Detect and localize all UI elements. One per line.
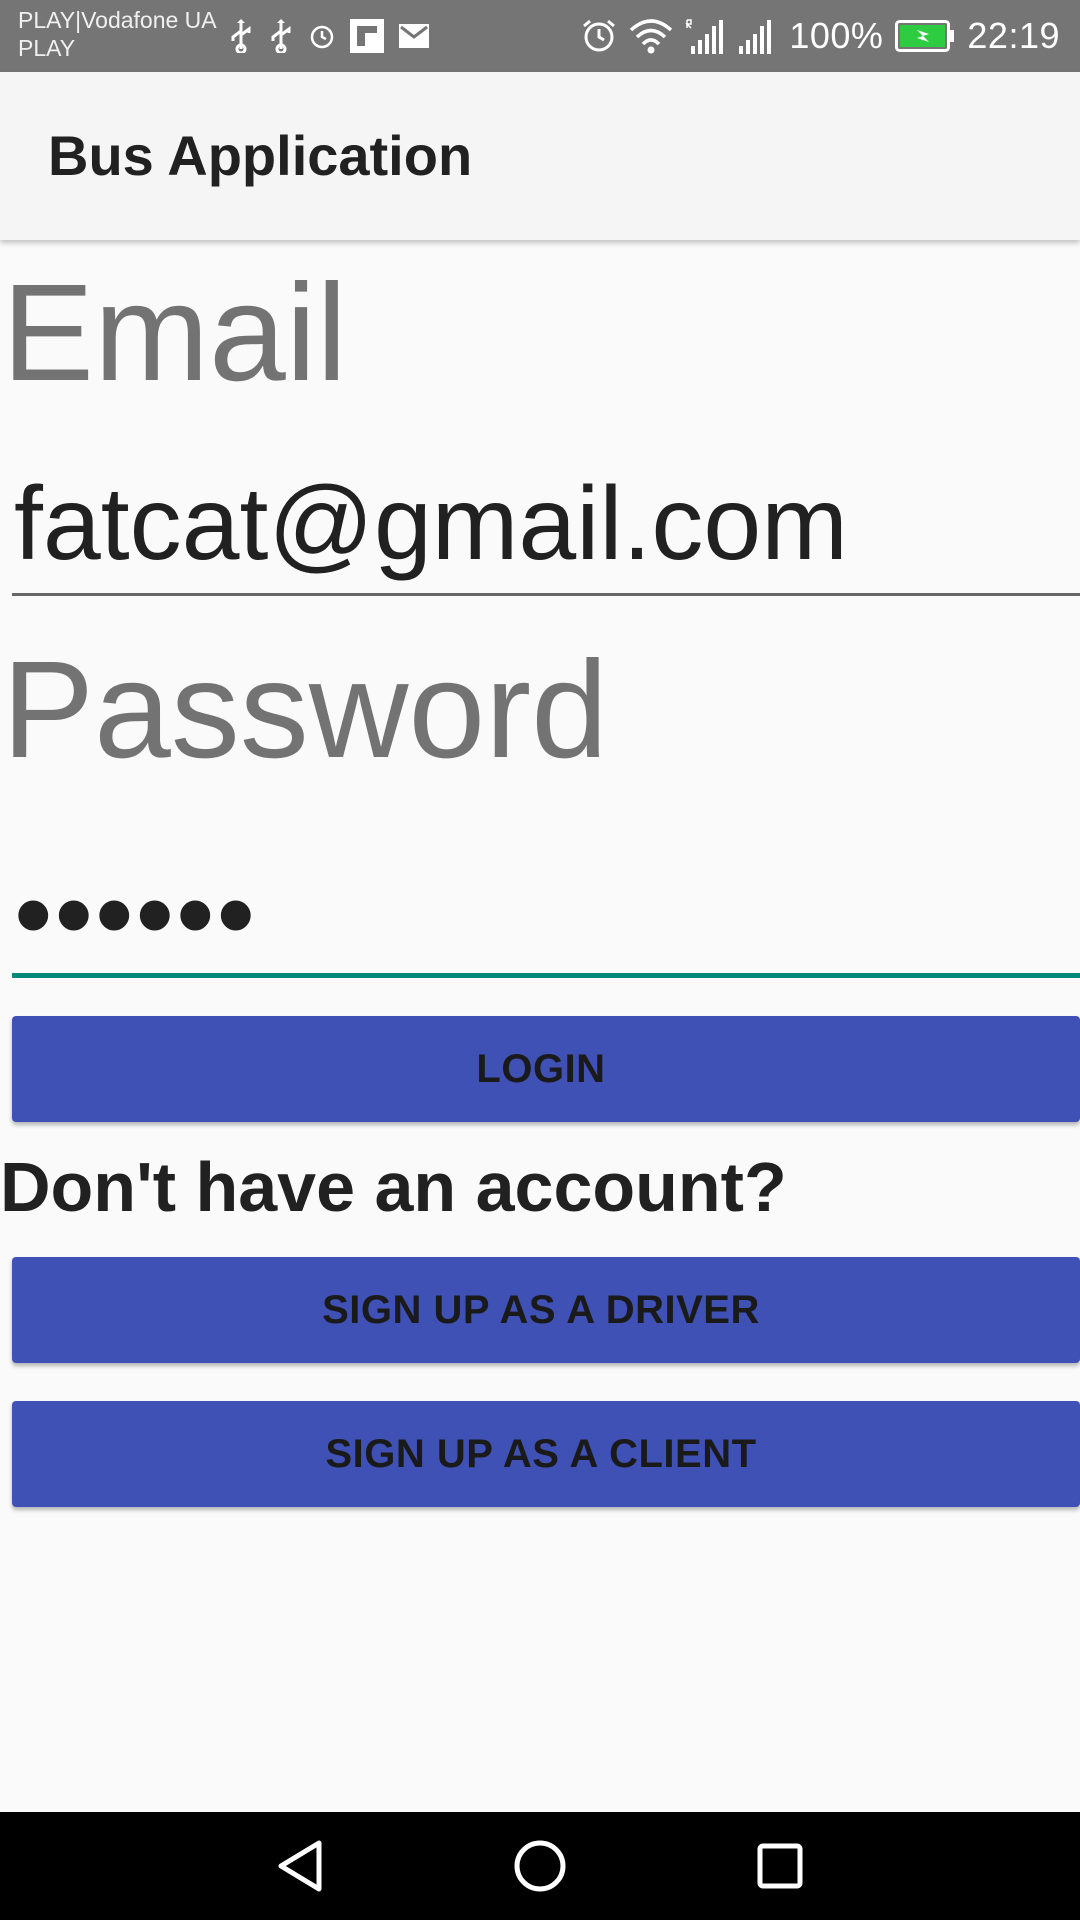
signal-roaming-icon <box>685 18 725 54</box>
signup-driver-button[interactable]: SIGN UP AS A DRIVER <box>12 1257 1080 1363</box>
alarm-icon <box>308 22 336 50</box>
recent-apps-icon[interactable] <box>750 1836 810 1896</box>
signup-client-button-label: SIGN UP AS A CLIENT <box>325 1431 757 1476</box>
password-label: Password <box>2 633 608 787</box>
carrier-line-2: PLAY <box>18 35 76 61</box>
battery-charging-icon <box>895 20 955 52</box>
alarm-icon <box>581 18 617 54</box>
signal-icon <box>737 18 777 54</box>
signup-driver-button-label: SIGN UP AS A DRIVER <box>322 1287 760 1332</box>
email-field[interactable]: fatcat@gmail.com <box>12 450 1080 596</box>
battery-percentage: 100% <box>789 15 884 56</box>
system-status-icons: 100% 22:19 <box>581 12 1060 60</box>
no-account-text: Don't have an account? <box>0 1148 787 1226</box>
notification-icons <box>228 18 430 54</box>
usb-icon <box>228 19 254 53</box>
email-label: Email <box>2 256 348 410</box>
back-icon[interactable] <box>270 1836 330 1896</box>
carrier-line-1: PLAY|Vodafone UA <box>18 7 217 33</box>
app-bar: Bus Application <box>0 72 1080 240</box>
login-button-label: LOGIN <box>476 1046 606 1091</box>
login-button[interactable]: LOGIN <box>12 1016 1080 1122</box>
navigation-bar <box>0 1812 1080 1920</box>
app-title: Bus Application <box>48 124 473 187</box>
password-field[interactable]: •••••• <box>12 840 1080 978</box>
clock: 22:19 <box>967 15 1060 56</box>
usb-icon <box>268 19 294 53</box>
gmail-icon <box>398 23 430 49</box>
signup-client-button[interactable]: SIGN UP AS A CLIENT <box>12 1401 1080 1507</box>
flipboard-icon <box>350 19 384 53</box>
email-value: fatcat@gmail.com <box>14 466 848 582</box>
home-icon[interactable] <box>510 1836 570 1896</box>
status-bar: PLAY|Vodafone UA PLAY 100% 22:19 <box>0 0 1080 72</box>
password-value: •••••• <box>14 853 258 976</box>
wifi-icon <box>629 18 673 54</box>
carrier-info: PLAY|Vodafone UA PLAY <box>18 6 217 62</box>
